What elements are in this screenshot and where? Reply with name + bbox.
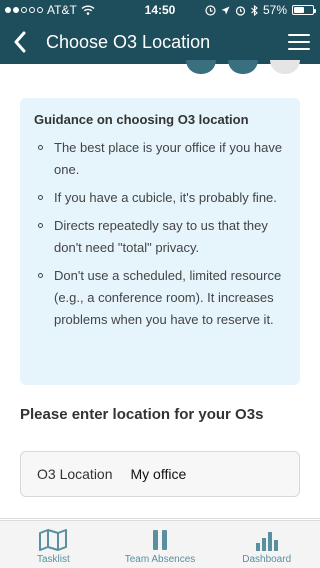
main-content[interactable]: Guidance on choosing O3 location The bes… bbox=[0, 64, 320, 520]
tab-bar: Tasklist Team Absences Dashboard bbox=[0, 520, 320, 568]
tab-dashboard[interactable]: Dashboard bbox=[213, 521, 320, 568]
navigation-bar: Choose O3 Location bbox=[0, 20, 320, 64]
bullet-icon bbox=[38, 195, 43, 200]
progress-step-indicator bbox=[270, 60, 300, 74]
back-button[interactable] bbox=[6, 28, 34, 56]
tab-label: Team Absences bbox=[124, 554, 196, 565]
guidance-item: Don't use a scheduled, limited resource … bbox=[34, 265, 286, 331]
guidance-item: The best place is your office if you hav… bbox=[34, 137, 286, 181]
tab-label: Dashboard bbox=[242, 554, 292, 565]
divider bbox=[0, 518, 320, 519]
location-arrow-icon bbox=[221, 6, 230, 14]
map-icon bbox=[39, 529, 68, 551]
page-title: Choose O3 Location bbox=[46, 32, 211, 52]
screen-lock-icon bbox=[205, 4, 216, 16]
tab-tasklist[interactable]: Tasklist bbox=[0, 521, 107, 568]
bullet-icon bbox=[38, 145, 43, 150]
status-right: 57% bbox=[205, 3, 316, 17]
progress-step-indicator bbox=[186, 60, 216, 74]
guidance-item: If you have a cubicle, it's probably fin… bbox=[34, 187, 286, 209]
guidance-title: Guidance on choosing O3 location bbox=[34, 112, 249, 127]
bullet-icon bbox=[38, 223, 43, 228]
o3-location-label: O3 Location bbox=[37, 466, 113, 482]
battery-percent: 57% bbox=[262, 3, 287, 17]
battery-icon bbox=[292, 5, 316, 15]
tab-label: Tasklist bbox=[36, 554, 70, 565]
o3-location-field[interactable]: O3 Location My office bbox=[20, 451, 300, 497]
location-section-heading: Please enter location for your O3s bbox=[20, 406, 264, 423]
o3-location-input[interactable]: My office bbox=[131, 466, 187, 482]
pause-icon bbox=[153, 530, 167, 550]
guidance-list: The best place is your office if you hav… bbox=[34, 137, 286, 331]
hamburger-menu-button[interactable] bbox=[288, 32, 310, 52]
tab-team-absences[interactable]: Team Absences bbox=[107, 521, 214, 568]
bluetooth-icon bbox=[251, 4, 258, 16]
guidance-item: Directs repeatedly say to us that they d… bbox=[34, 215, 286, 259]
menu-line bbox=[288, 48, 310, 50]
guidance-box: Guidance on choosing O3 location The bes… bbox=[20, 98, 300, 385]
menu-line bbox=[288, 41, 310, 43]
alarm-clock-icon bbox=[235, 5, 246, 16]
menu-line bbox=[288, 34, 310, 36]
bullet-icon bbox=[38, 273, 43, 278]
chevron-left-icon bbox=[14, 31, 26, 53]
progress-steps bbox=[186, 60, 300, 74]
bar-chart-icon bbox=[255, 532, 278, 551]
progress-step-indicator bbox=[228, 60, 258, 74]
status-bar: AT&T 14:50 57% bbox=[0, 0, 320, 20]
